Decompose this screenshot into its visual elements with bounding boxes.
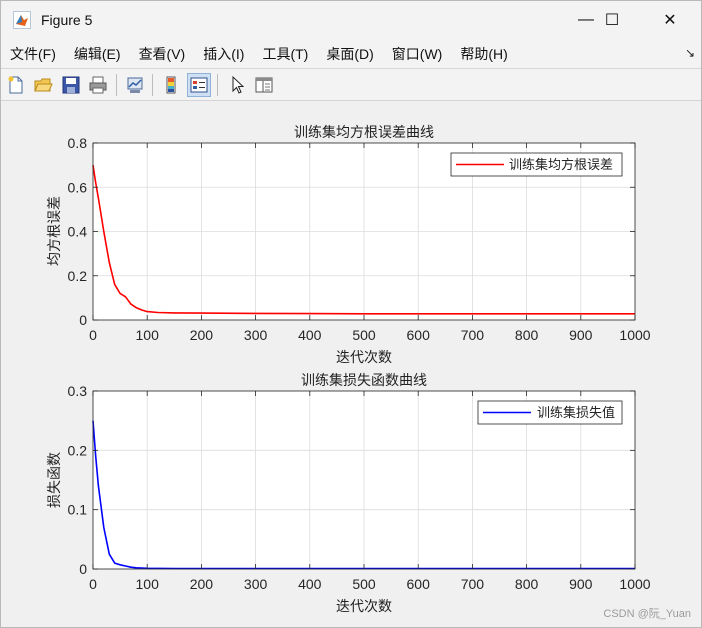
close-button[interactable]: ✕ xyxy=(647,1,693,39)
x-tick-label: 600 xyxy=(407,327,431,343)
y-tick-label: 0.6 xyxy=(68,179,88,195)
axes-rmse[interactable]: 0 100 200 300 400 500 600 700 800 900 1000 0 0.2 0.4… xyxy=(47,124,651,366)
print-button[interactable] xyxy=(86,73,110,97)
figure-window: Figure 5 — ☐ ✕ 文件(F) 编辑(E) 查看(V) 插入(I) 工… xyxy=(0,0,702,628)
y-tick-label: 0.2 xyxy=(68,268,88,284)
property-inspector-button[interactable] xyxy=(252,73,276,97)
x-tick-label: 800 xyxy=(515,576,539,592)
y-tick-label: 0.1 xyxy=(68,502,88,518)
x-tick-label: 0 xyxy=(89,327,97,343)
property-inspector-icon xyxy=(255,77,273,93)
menu-file[interactable]: 文件(F) xyxy=(1,44,65,64)
colorbar-icon xyxy=(166,76,176,94)
plots-svg: 0 100 200 300 400 500 600 700 800 900 1000 00.20.4… xyxy=(47,124,651,615)
dock-arrow-icon[interactable]: ↘ xyxy=(685,46,695,60)
chart-title: 训练集损失函数曲线 xyxy=(301,372,427,389)
x-tick-label: 300 xyxy=(244,327,268,343)
link-plot-button[interactable] xyxy=(123,73,147,97)
x-tick-label: 400 xyxy=(298,327,322,343)
x-tick-label: 500 xyxy=(352,576,376,592)
title-bar: Figure 5 — ☐ ✕ xyxy=(1,1,701,39)
new-figure-button[interactable] xyxy=(4,73,28,97)
menu-help[interactable]: 帮助(H) xyxy=(451,44,516,64)
menu-tools[interactable]: 工具(T) xyxy=(253,44,317,64)
y-tick-label: 0.3 xyxy=(68,383,88,399)
new-figure-icon xyxy=(8,76,23,94)
x-tick-label: 0 xyxy=(89,576,97,592)
maximize-icon: ☐ xyxy=(604,12,620,29)
menu-view[interactable]: 查看(V) xyxy=(130,44,195,64)
y-axis-label: 损失函数 xyxy=(47,452,63,508)
axes-loss[interactable]: 0 100 200 300 400 500 600 700 800 900 1000 0 0.1 0.2… xyxy=(47,372,651,615)
matlab-icon xyxy=(13,11,31,29)
x-tick-label: 900 xyxy=(569,576,593,592)
toolbar-separator xyxy=(217,74,218,96)
menu-bar: 文件(F) 编辑(E) 查看(V) 插入(I) 工具(T) 桌面(D) 窗口(W… xyxy=(1,39,701,69)
x-tick-label: 900 xyxy=(569,327,593,343)
figure-canvas: 0 100 200 300 400 500 600 700 800 900 1000 0 0.2 0.4… xyxy=(1,101,701,627)
menu-edit[interactable]: 编辑(E) xyxy=(65,44,130,64)
x-tick-label: 400 xyxy=(298,576,322,592)
link-plot-icon xyxy=(127,77,143,93)
x-axis-label: 迭代次数 xyxy=(336,350,392,366)
legend[interactable]: 训练集损失值 xyxy=(477,400,623,425)
watermark-text: CSDN @阮_Yuan xyxy=(603,608,691,620)
y-tick-labels: 0 0.1 0.2 0.3 xyxy=(68,383,88,577)
save-icon xyxy=(62,76,80,94)
legend[interactable]: 训练集均方根误差 xyxy=(450,152,623,177)
toolbar xyxy=(1,69,701,101)
x-tick-label: 300 xyxy=(244,576,268,592)
y-tick-label: 0 xyxy=(79,312,87,328)
menu-insert[interactable]: 插入(I) xyxy=(194,44,253,64)
chart-title: 训练集均方根误差曲线 xyxy=(294,124,434,141)
y-tick-label: 0.8 xyxy=(68,135,88,151)
x-tick-label: 1000 xyxy=(619,576,650,592)
y-tick-label: 0.2 xyxy=(68,442,88,458)
x-tick-label: 700 xyxy=(461,576,485,592)
legend-label: 训练集均方根误差 xyxy=(509,157,613,173)
window-title: Figure 5 xyxy=(41,12,93,28)
x-tick-label: 700 xyxy=(461,327,485,343)
x-tick-label: 100 xyxy=(136,576,160,592)
x-axis-label: 迭代次数 xyxy=(336,599,392,615)
x-tick-label: 100 xyxy=(136,327,160,343)
close-icon: ✕ xyxy=(663,12,677,29)
legend-label: 训练集损失值 xyxy=(537,405,615,421)
toolbar-separator xyxy=(152,74,153,96)
pointer-icon xyxy=(232,75,245,94)
x-tick-labels: 0 100 200 300 400 500 600 700 800 900 1000 xyxy=(89,576,651,592)
y-axis-label: 均方根误差 xyxy=(47,196,63,266)
x-tick-label: 200 xyxy=(190,327,214,343)
open-file-button[interactable] xyxy=(31,73,55,97)
x-tick-label: 600 xyxy=(407,576,431,592)
y-tick-label: 0.4 xyxy=(68,224,88,240)
x-tick-label: 800 xyxy=(515,327,539,343)
y-tick-labels: 0 0.2 0.4 0.6 0.8 xyxy=(68,135,88,328)
menu-window[interactable]: 窗口(W) xyxy=(383,44,452,64)
print-icon xyxy=(89,76,107,94)
toolbar-separator xyxy=(116,74,117,96)
x-tick-labels: 0 100 200 300 400 500 600 700 800 900 1000 xyxy=(89,327,651,343)
save-button[interactable] xyxy=(59,73,83,97)
menu-desktop[interactable]: 桌面(D) xyxy=(317,44,382,64)
legend-button[interactable] xyxy=(187,73,211,97)
colorbar-button[interactable] xyxy=(159,73,183,97)
y-tick-label: 0 xyxy=(79,561,87,577)
open-file-icon xyxy=(34,78,53,92)
legend-icon xyxy=(190,77,208,93)
x-tick-label: 200 xyxy=(190,576,214,592)
pointer-button[interactable] xyxy=(225,73,249,97)
maximize-button[interactable]: ☐ xyxy=(589,1,635,39)
x-tick-label: 1000 xyxy=(619,327,650,343)
x-tick-label: 500 xyxy=(352,327,376,343)
